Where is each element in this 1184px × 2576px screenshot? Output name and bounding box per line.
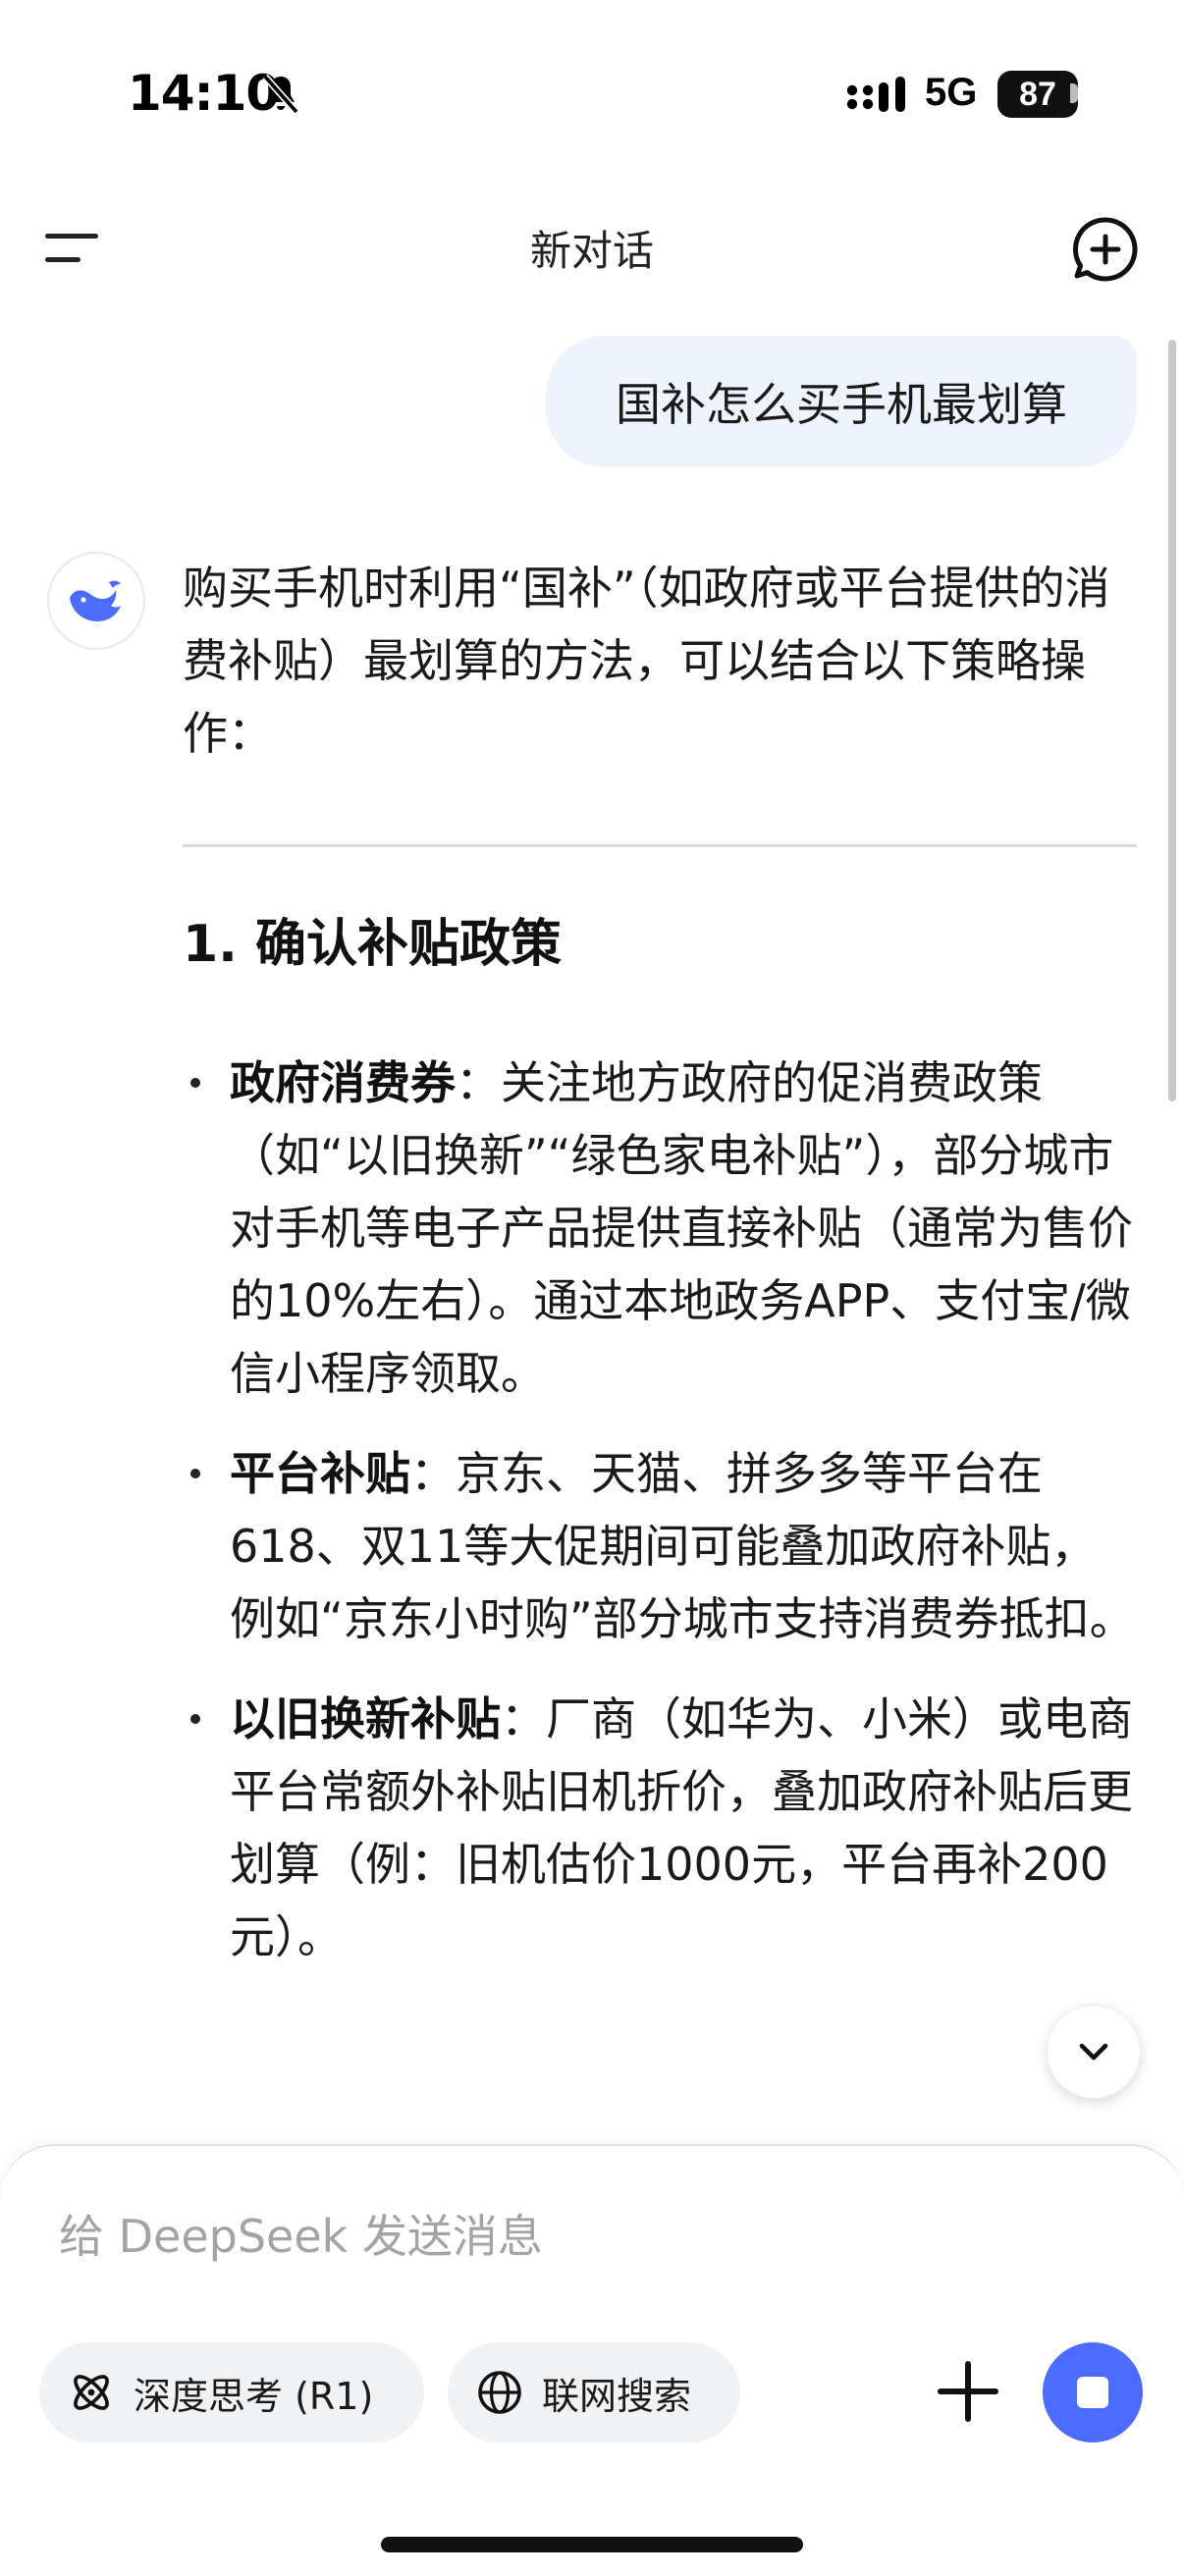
list-item: 以旧换新补贴：厂商（如华为、小米）或电商平台常额外补贴旧机折价，叠加政府补贴后更… [183, 1683, 1137, 1973]
page-title: 新对话 [529, 227, 654, 275]
web-search-button[interactable]: 联网搜索 [448, 2342, 740, 2442]
globe-icon [478, 2371, 521, 2414]
home-indicator[interactable] [381, 2537, 803, 2552]
plus-icon[interactable] [933, 2356, 1003, 2427]
bullet-dot [190, 1714, 200, 1724]
bullet-dot [190, 1469, 200, 1478]
deep-think-button[interactable]: 深度思考 (R1) [39, 2342, 424, 2442]
web-search-label: 联网搜索 [542, 2374, 692, 2418]
bullet-list: 政府消费券：关注地方政府的促消费政策（如“以旧换新”“绿色家电补贴”），部分城市… [183, 1046, 1137, 2001]
user-message-bubble: 国补怎么买手机最划算 [546, 336, 1137, 467]
section-heading: 1. 确认补贴政策 [183, 915, 563, 974]
bullet-dot [190, 1078, 200, 1088]
bullet-title: 以旧换新补贴 [230, 1692, 501, 1745]
battery-cap [1070, 83, 1078, 103]
assistant-avatar [47, 552, 145, 650]
battery-level: 87 [997, 71, 1078, 118]
list-item: 平台补贴：京东、天猫、拼多多等平台在618、双11等大促期间可能叠加政府补贴，例… [183, 1437, 1137, 1655]
stop-generation-button[interactable] [1043, 2342, 1143, 2442]
stop-icon [1077, 2377, 1108, 2408]
signal-icon [846, 77, 905, 112]
bullet-title: 政府消费券 [230, 1056, 456, 1109]
divider [183, 844, 1137, 847]
atom-icon [74, 2375, 109, 2410]
network-type: 5G [925, 71, 978, 114]
deep-think-label: 深度思考 (R1) [134, 2374, 374, 2418]
silent-bell-icon [262, 74, 299, 115]
scrollbar[interactable] [1168, 340, 1176, 1101]
assistant-intro: 购买手机时利用“国补”（如政府或平台提供的消费补贴）最划算的方法，可以结合以下策… [183, 562, 1110, 760]
chevron-down-icon [1079, 2043, 1108, 2061]
scroll-to-bottom-button[interactable] [1047, 2005, 1141, 2099]
list-item: 政府消费券：关注地方政府的促消费政策（如“以旧换新”“绿色家电补贴”），部分城市… [183, 1046, 1137, 1410]
deepseek-whale-icon [70, 580, 121, 621]
bullet-title: 平台补贴 [230, 1447, 410, 1500]
message-input[interactable] [59, 2197, 942, 2276]
new-chat-icon[interactable] [1070, 214, 1141, 285]
